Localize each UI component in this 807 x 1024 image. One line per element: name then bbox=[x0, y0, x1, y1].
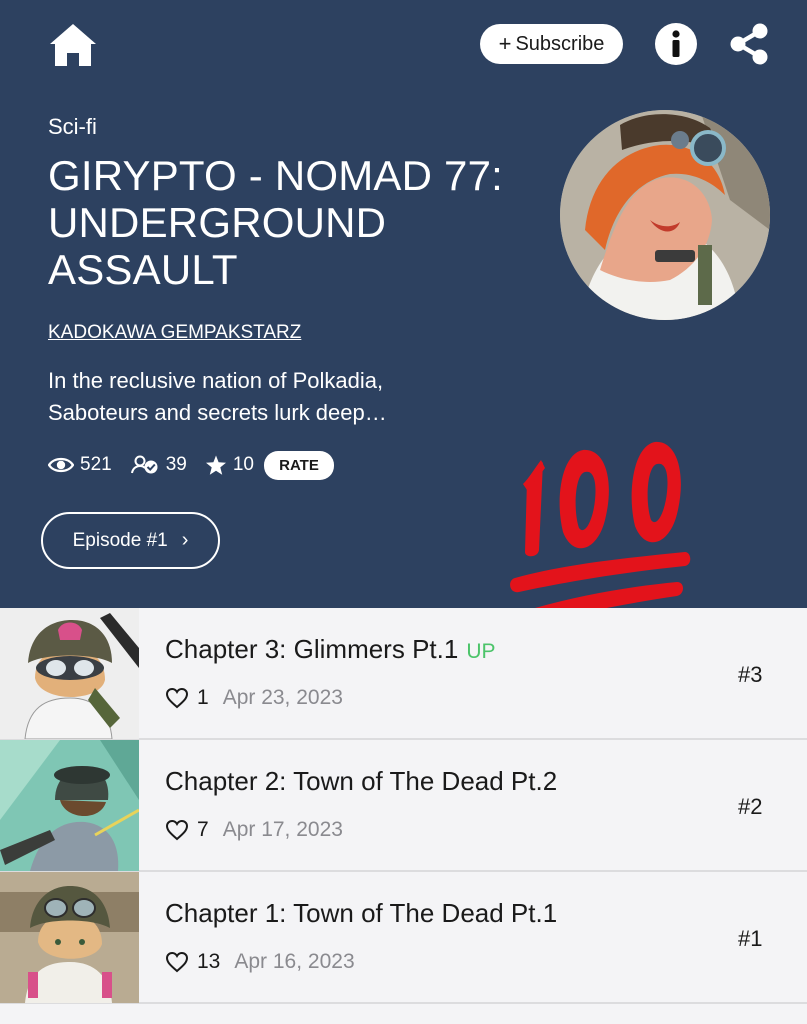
heart-icon bbox=[165, 951, 189, 973]
home-button[interactable] bbox=[48, 22, 98, 68]
chapter-3-number: #3 bbox=[738, 662, 763, 687]
heart-icon bbox=[165, 819, 189, 841]
chapter-1-thumbnail bbox=[0, 872, 139, 1003]
up-badge: UP bbox=[466, 640, 496, 663]
chapter-2-title: Chapter 2: Town of The Dead Pt.2 bbox=[165, 766, 558, 796]
info-icon bbox=[672, 30, 680, 57]
views-stat: 521 bbox=[48, 454, 112, 476]
chapter-3-title-line: Chapter 3: Glimmers Pt.1 UP bbox=[165, 634, 496, 665]
chapter-2-number: #2 bbox=[738, 794, 763, 819]
rating-value: 10 bbox=[232, 454, 254, 475]
subscribe-button[interactable]: + Subscribe bbox=[480, 24, 623, 64]
chapter-3-thumbnail bbox=[0, 608, 139, 739]
chevron-right-icon: › bbox=[181, 529, 189, 551]
stats-row: 521 39 10 RATE bbox=[48, 450, 334, 480]
cover-image bbox=[560, 110, 770, 320]
chapter-3-title: Chapter 3: Glimmers Pt.1 bbox=[165, 634, 459, 664]
chapter-2-likes: 7 bbox=[197, 818, 209, 841]
subscribers-icon bbox=[130, 455, 158, 474]
chapter-3-date: Apr 23, 2023 bbox=[222, 686, 343, 709]
chapter-2-date: Apr 17, 2023 bbox=[222, 818, 343, 841]
chapter-1-date: Apr 16, 2023 bbox=[234, 950, 355, 973]
episode-button-label: Episode #1 bbox=[72, 529, 168, 551]
rate-button[interactable]: RATE bbox=[263, 450, 334, 480]
chapter-row-1[interactable]: Chapter 1: Town of The Dead Pt.1 13 Apr … bbox=[0, 872, 807, 1004]
chapter-1-number: #1 bbox=[738, 926, 763, 951]
chapter-3-meta: 1 Apr 23, 2023 bbox=[165, 686, 343, 710]
chapter-2-thumbnail bbox=[0, 740, 139, 871]
chapter-1-meta: 13 Apr 16, 2023 bbox=[165, 950, 355, 974]
star-icon bbox=[205, 455, 226, 475]
episode-1-button[interactable]: Episode #1 › bbox=[41, 512, 220, 569]
series-title: GIRYPTO - NOMAD 77: UNDERGROUND ASSAULT bbox=[48, 152, 504, 293]
share-icon bbox=[730, 23, 768, 65]
chapter-2-title-line: Chapter 2: Town of The Dead Pt.2 bbox=[165, 766, 557, 797]
rating-stat: 10 bbox=[205, 454, 254, 476]
eye-icon bbox=[48, 457, 74, 473]
subscribers-count: 39 bbox=[165, 454, 187, 475]
chapter-1-likes: 13 bbox=[197, 950, 221, 973]
subscribers-stat: 39 bbox=[130, 454, 187, 476]
chapter-list: Chapter 3: Glimmers Pt.1 UP 1 Apr 23, 202… bbox=[0, 608, 807, 1004]
series-synopsis: In the reclusive nation of Polkadia, Sab… bbox=[48, 368, 387, 425]
subscribe-label: Subscribe bbox=[515, 32, 605, 55]
hundred-points-icon bbox=[505, 440, 700, 630]
heart-icon bbox=[165, 687, 189, 709]
plus-icon: + bbox=[498, 31, 512, 56]
genre-label: Sci-fi bbox=[48, 114, 97, 139]
chapter-row-2[interactable]: Chapter 2: Town of The Dead Pt.2 7 Apr 1… bbox=[0, 740, 807, 872]
share-button[interactable] bbox=[728, 22, 770, 66]
info-button[interactable] bbox=[655, 23, 697, 65]
chapter-3-likes: 1 bbox=[197, 686, 209, 709]
chapter-1-title: Chapter 1: Town of The Dead Pt.1 bbox=[165, 898, 558, 928]
author-link[interactable]: KADOKAWA GEMPAKSTARZ bbox=[48, 322, 301, 344]
views-count: 521 bbox=[80, 454, 112, 475]
chapter-row-3[interactable]: Chapter 3: Glimmers Pt.1 UP 1 Apr 23, 202… bbox=[0, 608, 807, 740]
home-icon bbox=[50, 24, 96, 66]
chapter-1-title-line: Chapter 1: Town of The Dead Pt.1 bbox=[165, 898, 557, 929]
chapter-2-meta: 7 Apr 17, 2023 bbox=[165, 818, 343, 842]
